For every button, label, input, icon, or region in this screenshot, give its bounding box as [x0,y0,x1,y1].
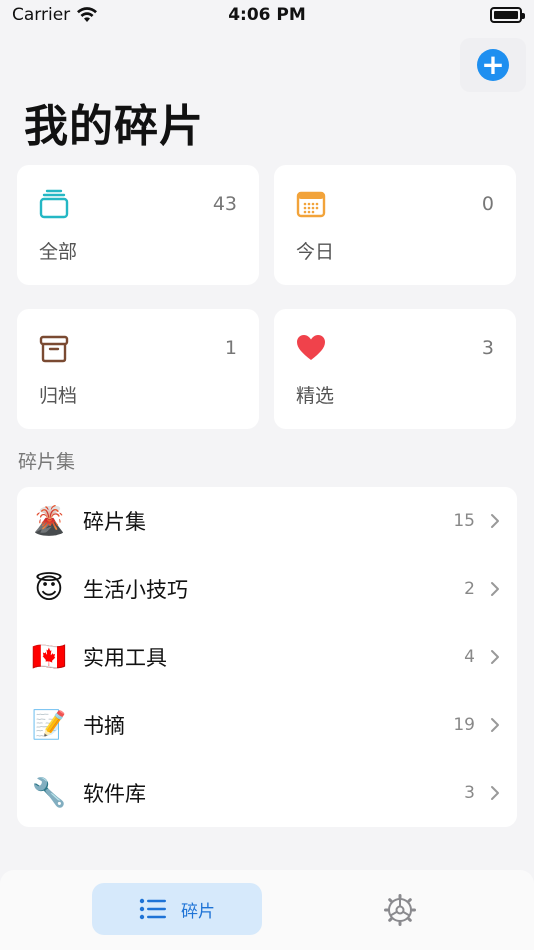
tab-bar: 碎片 [0,870,534,950]
memo-icon: 📝 [31,708,67,741]
page-title: 我的碎片 [24,101,204,152]
card-featured[interactable]: 3 精选 [274,309,516,429]
status-left: Carrier [12,5,98,25]
card-featured-label: 精选 [296,385,335,407]
list-item-label: 生活小技巧 [83,578,188,602]
gear-icon[interactable] [384,894,416,926]
calendar-icon [296,191,326,218]
card-all-count: 43 [212,193,237,215]
card-today-count: 0 [481,193,494,215]
add-fragment-button[interactable]: + [460,38,526,92]
chevron-right-icon [491,582,499,596]
list-item-count: 2 [464,579,475,599]
list-item-count: 4 [464,647,475,667]
card-all[interactable]: 43 全部 [17,165,259,285]
card-archive-label: 归档 [39,385,78,407]
card-all-label: 全部 [39,241,78,263]
collections-list: 🌋 碎片集 15 😇 生活小技巧 2 🇨🇦 实用工具 4 📝 书摘 19 🔧 软… [17,487,517,827]
list-item[interactable]: 🌋 碎片集 15 [17,487,517,555]
list-item-label: 软件库 [83,782,146,806]
list-item-label: 书摘 [83,714,125,738]
archive-box-icon [39,335,69,363]
tab-fragments-label: 碎片 [181,901,215,922]
status-bar: Carrier 4:06 PM [0,0,534,30]
halo-face-icon: 😇 [34,572,64,605]
volcano-icon: 🌋 [31,504,67,537]
canada-flag-icon: 🇨🇦 [31,640,67,673]
tab-fragments[interactable]: 碎片 [92,883,262,935]
chevron-right-icon [491,650,499,664]
list-item[interactable]: 🇨🇦 实用工具 4 [17,623,517,691]
list-icon [139,898,166,920]
chevron-right-icon [491,786,499,800]
carrier-label: Carrier [12,5,71,25]
wifi-icon [77,7,98,22]
list-item[interactable]: 😇 生活小技巧 2 [17,555,517,623]
list-item[interactable]: 📝 书摘 19 [17,691,517,759]
heart-icon [297,335,325,360]
section-title: 碎片集 [18,451,76,473]
card-today-label: 今日 [296,241,335,263]
list-item-label: 碎片集 [83,510,146,534]
chevron-right-icon [491,718,499,732]
list-item-count: 3 [464,783,475,803]
chevron-right-icon [491,514,499,528]
list-item[interactable]: 🔧 软件库 3 [17,759,517,827]
card-archive-count: 1 [224,337,237,359]
battery-icon [490,7,525,23]
tray-stack-icon [39,189,69,219]
card-today[interactable]: 0 今日 [274,165,516,285]
card-featured-count: 3 [481,337,494,359]
list-item-count: 19 [453,715,475,735]
list-item-label: 实用工具 [83,646,167,670]
plus-icon: + [477,49,509,81]
list-item-count: 15 [453,511,475,531]
card-archive[interactable]: 1 归档 [17,309,259,429]
wrench-icon: 🔧 [31,776,67,809]
